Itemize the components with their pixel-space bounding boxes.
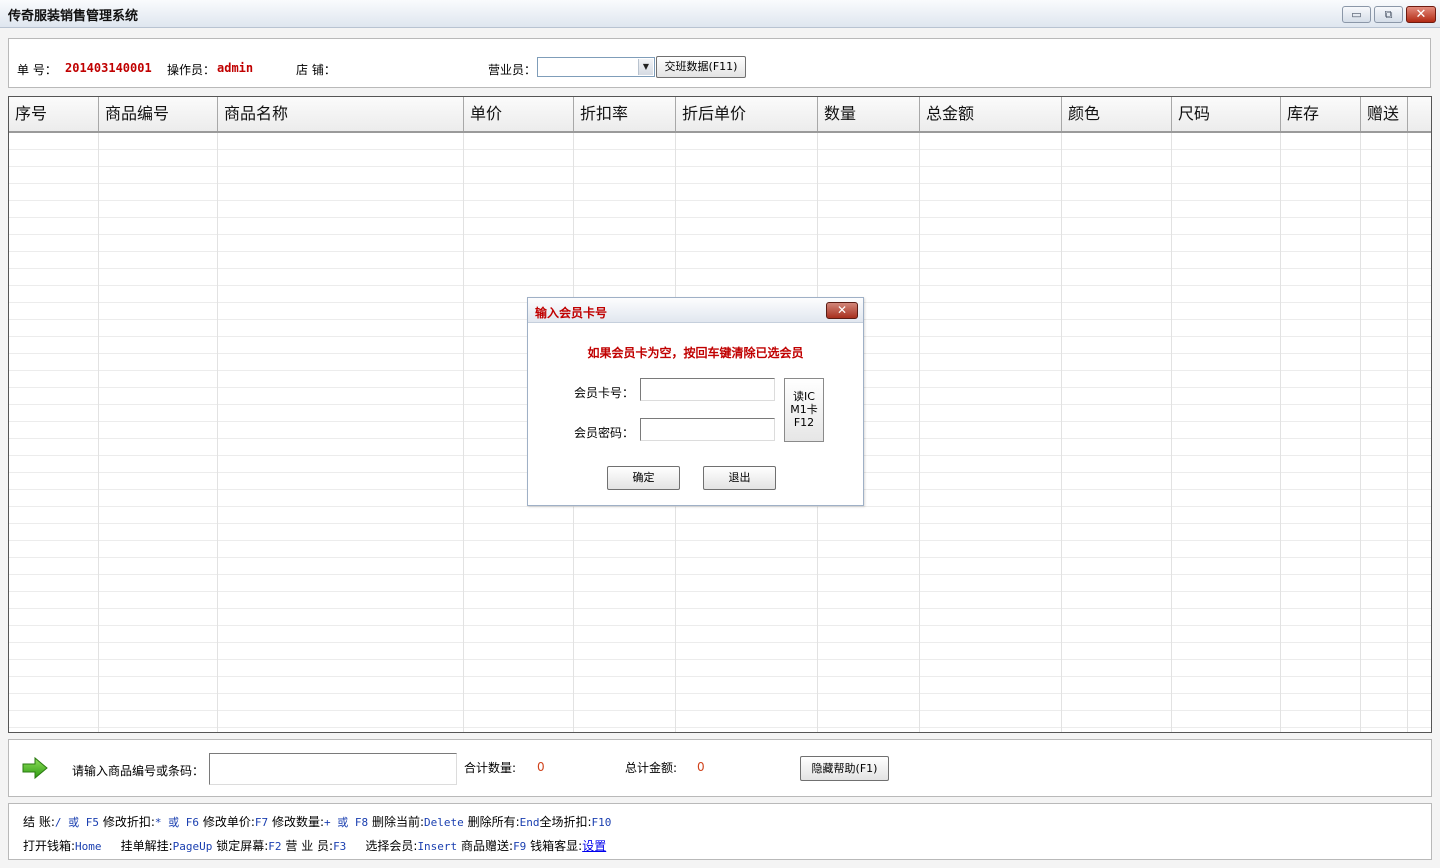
column-header-unit-price[interactable]: 单价 [464,97,574,131]
operator-label: 操作员： [167,63,216,77]
read-ic-card-button[interactable]: 读IC M1卡 F12 [784,378,824,442]
shortcut-help-panel: 结 账:/ 或 F5 修改折扣:* 或 F6 修改单价:F7 修改数量:+ 或 … [8,803,1432,860]
column-header-stock[interactable]: 库存 [1281,97,1361,131]
help-key-delete-all: End [519,816,540,829]
grid-header: 序号 商品编号 商品名称 单价 折扣率 折后单价 数量 总金额 颜色 尺码 库存… [9,97,1431,133]
help-label-hold-order: 挂单解挂: [120,839,173,853]
grid-column-divider [463,133,464,732]
total-quantity-label: 合计数量: [464,761,517,775]
member-card-dialog: 输入会员卡号 ✕ 如果会员卡为空，按回车键清除已选会员 会员卡号： 会员密码： … [527,297,864,506]
minimize-button[interactable]: ▭ [1342,6,1371,23]
dialog-close-button[interactable]: ✕ [826,302,858,319]
hide-help-button[interactable]: 隐藏帮助(F1) [800,756,889,781]
order-no-label: 单 号： [17,63,57,77]
grid-column-divider [98,133,99,732]
exit-button[interactable]: 退出 [703,466,776,490]
help-row-2: 打开钱箱:Home 挂单解挂:PageUp 锁定屏幕:F2 营 业 员:F3 选… [23,837,606,854]
help-label-checkout: 结 账: [23,815,55,829]
window-title: 传奇服装销售管理系统 [8,9,139,24]
column-header-color[interactable]: 颜色 [1062,97,1172,131]
store-label: 店 铺： [296,63,336,77]
help-key-cash-drawer: Home [75,840,102,853]
salesperson-label: 营业员： [488,63,537,77]
dialog-title: 输入会员卡号 [535,306,608,320]
dialog-message: 如果会员卡为空，按回车键清除已选会员 [587,346,804,360]
grid-column-divider [1061,133,1062,732]
help-key-price: F7 [254,816,269,829]
column-header-discounted-price[interactable]: 折后单价 [676,97,818,131]
column-header-discount-rate[interactable]: 折扣率 [574,97,676,131]
read-ic-line-3: F12 [793,416,815,429]
product-entry-panel: 请输入商品编号或条码： 合计数量: 0 总计金额: 0 隐藏帮助(F1) [8,739,1432,797]
drawer-display-settings-link[interactable]: 设置 [582,839,606,853]
total-quantity-value: 0 [537,760,545,774]
help-label-drawer-display: 钱箱客显: [530,839,583,853]
column-header-gift[interactable]: 赠送 [1361,97,1408,131]
green-arrow-icon [22,756,48,780]
column-header-size[interactable]: 尺码 [1172,97,1281,131]
grid-column-divider [1171,133,1172,732]
help-key-gift-item: F9 [513,840,527,853]
grid-column-divider [1407,133,1408,732]
product-code-input[interactable] [209,753,457,785]
confirm-button[interactable]: 确定 [607,466,680,490]
maximize-button[interactable]: ⧉ [1374,6,1403,23]
help-key-discount: * 或 F6 [154,816,199,829]
total-amount-value: 0 [697,760,705,774]
order-no-value: 201403140001 [65,61,152,75]
chevron-down-icon[interactable]: ▼ [638,59,653,75]
card-password-label: 会员密码： [574,426,635,440]
order-header-panel: 单 号： 201403140001 操作员： admin 店 铺： 营业员： ▼… [8,38,1431,88]
title-bar: 传奇服装销售管理系统 ▭ ⧉ ✕ [0,0,1440,28]
total-amount-label: 总计金额: [625,761,678,775]
help-label-quantity: 修改数量: [271,815,324,829]
column-header-total-amount[interactable]: 总金额 [920,97,1062,131]
help-label-delete-all: 删除所有: [467,815,520,829]
help-key-delete-current: Delete [423,816,464,829]
product-code-prompt: 请输入商品编号或条码： [72,764,205,778]
help-label-lock-screen: 锁定屏幕: [216,839,269,853]
grid-column-divider [919,133,920,732]
help-key-hold-order: PageUp [172,840,213,853]
help-key-lock-screen: F2 [268,840,282,853]
dialog-title-bar: 输入会员卡号 ✕ [528,298,863,323]
help-label-cash-drawer: 打开钱箱: [23,839,76,853]
help-label-gift-item: 商品赠送: [461,839,514,853]
grid-column-divider [217,133,218,732]
help-label-store-discount: 全场折扣: [539,815,592,829]
card-number-label: 会员卡号： [574,386,635,400]
column-header-item-name[interactable]: 商品名称 [218,97,464,131]
help-row-1: 结 账:/ 或 F5 修改折扣:* 或 F6 修改单价:F7 修改数量:+ 或 … [23,813,611,830]
column-header-index[interactable]: 序号 [9,97,99,131]
read-ic-line-2: M1卡 [790,403,818,416]
grid-column-divider [1360,133,1361,732]
salesperson-select[interactable]: ▼ [537,57,655,77]
handover-data-button[interactable]: 交班数据(F11) [656,56,746,78]
help-key-quantity: + 或 F8 [323,816,369,829]
card-password-input[interactable] [640,418,775,441]
column-header-item-code[interactable]: 商品编号 [99,97,218,131]
help-label-select-member: 选择会员: [365,839,418,853]
help-label-price: 修改单价: [202,815,255,829]
help-key-checkout: / 或 F5 [54,816,99,829]
help-key-select-member: Insert [417,840,458,853]
help-label-delete-current: 删除当前: [371,815,424,829]
help-key-salesperson: F3 [333,840,347,853]
help-label-discount: 修改折扣: [102,815,155,829]
card-number-input[interactable] [640,378,775,401]
grid-column-divider [1280,133,1281,732]
help-label-salesperson: 营 业 员: [285,839,334,853]
close-button[interactable]: ✕ [1406,6,1436,23]
help-key-store-discount: F10 [591,816,612,829]
operator-value: admin [217,61,254,75]
column-header-quantity[interactable]: 数量 [818,97,920,131]
read-ic-line-1: 读IC [793,390,815,403]
